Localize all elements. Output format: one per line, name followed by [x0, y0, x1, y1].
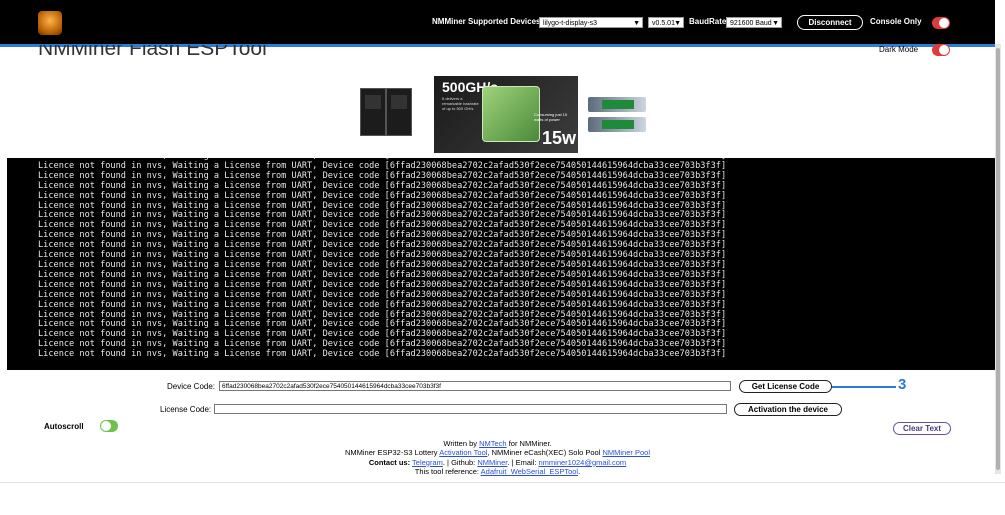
board-shape [386, 88, 412, 136]
hero-note: Consuming just 15 watts of power [534, 112, 568, 122]
console-line: Licence not found in nvs, Waiting a Lice… [38, 299, 727, 310]
footer-text: Written by [443, 439, 480, 448]
annotation-line [832, 386, 896, 388]
autoscroll-toggle[interactable] [100, 420, 118, 432]
hero-subtext: It delivers a remarkable hashrate of up … [442, 96, 479, 111]
baudrate-label: BaudRate: [689, 17, 730, 26]
esptool-reference-link[interactable]: Adafruit_WebSerial_ESPTool [481, 467, 578, 476]
scrollbar-thumb[interactable] [996, 48, 1000, 470]
version-select-value: v0.5.01 [652, 20, 675, 27]
footer-text: for NMMiner. [506, 439, 552, 448]
baudrate-select[interactable]: 921600 Baud ▼ [726, 17, 782, 28]
miner-device-shape [482, 86, 540, 142]
footer-line-3: Contact us: Telegram. | Github: NMMiner.… [250, 458, 745, 467]
supported-devices-label: NMMiner Supported Devices: [432, 17, 544, 26]
footer-text: . | Email: [507, 457, 539, 467]
usb-stick-shape [588, 117, 646, 132]
dark-mode-toggle[interactable] [932, 44, 950, 56]
footer-text: , NMMiner eCash(XEC) Solo Pool [487, 448, 603, 458]
annotation-number: 3 [898, 376, 907, 393]
github-link[interactable]: NMMiner [477, 458, 507, 467]
activation-tool-link[interactable]: Activation Tool [439, 448, 487, 457]
page-scrollbar[interactable] [995, 44, 1001, 474]
email-link[interactable]: nmminer1024@gmail.com [539, 458, 627, 467]
disconnect-button[interactable]: Disconnect [797, 15, 863, 30]
divider [0, 482, 1005, 483]
usb-sticks-image [588, 95, 646, 135]
device-code-value: 6ffad230068bea2702c2afad530f2ece75405014… [222, 383, 441, 390]
footer-line-2: NMMiner ESP32-S3 Lottery Activation Tool… [250, 448, 745, 457]
toggle-knob [939, 45, 949, 55]
footer-text: This tool reference: [414, 467, 481, 477]
dark-mode-label: Dark Mode [879, 45, 919, 54]
board-shape [360, 88, 386, 136]
console-only-label: Console Only [870, 17, 922, 26]
footer: Written by NMTech for NMMiner. NMMiner E… [250, 439, 745, 477]
telegram-link[interactable]: Telegram [412, 458, 443, 467]
device-select-value: lilygo-t-display-s3 [543, 20, 598, 27]
console-lines: Licence not found in nvs, Waiting a Lice… [38, 158, 726, 360]
console-line: Licence not found in nvs, Waiting a Lice… [38, 349, 727, 360]
nmminer-pool-link[interactable]: NMMiner Pool [602, 448, 650, 457]
activate-device-button[interactable]: Activation the device [734, 403, 842, 416]
nmminer-logo-icon [38, 11, 62, 35]
toggle-knob [939, 18, 949, 28]
autoscroll-label: Autoscroll [44, 422, 84, 431]
clear-text-button[interactable]: Clear Text [893, 422, 951, 435]
footer-line-4: This tool reference: Adafruit_WebSerial_… [250, 467, 745, 476]
contact-label: Contact us: [368, 457, 411, 467]
nmtech-link[interactable]: NMTech [479, 439, 507, 448]
license-code-field[interactable] [214, 404, 727, 414]
device-code-label: Device Code: [167, 382, 216, 391]
device-code-field[interactable]: 6ffad230068bea2702c2afad530f2ece75405014… [219, 381, 731, 391]
hero-power: 15w [542, 128, 577, 148]
footer-line-1: Written by NMTech for NMMiner. [250, 439, 745, 448]
license-code-label: License Code: [160, 405, 212, 414]
baudrate-select-value: 921600 Baud [730, 20, 772, 27]
chevron-down-icon: ▼ [633, 20, 640, 27]
chevron-down-icon: ▼ [674, 20, 681, 27]
version-select[interactable]: v0.5.01 ▼ [648, 17, 684, 28]
usb-stick-shape [588, 97, 646, 112]
console-only-toggle[interactable] [932, 17, 950, 29]
top-bar: NMMiner Supported Devices: lilygo-t-disp… [0, 0, 995, 47]
footer-text: . | Github: [442, 457, 478, 467]
device-boards-image [358, 88, 412, 140]
footer-text: . [578, 467, 581, 477]
serial-console[interactable]: Licence not found in nvs, Waiting a Lice… [7, 158, 995, 370]
device-select[interactable]: lilygo-t-display-s3 ▼ [539, 17, 643, 28]
chevron-down-icon: ▼ [772, 20, 779, 27]
miner-promo-image: 500GH/s It delivers a remarkable hashrat… [434, 76, 578, 153]
get-license-button[interactable]: Get License Code [739, 380, 832, 393]
toggle-knob [101, 421, 111, 431]
footer-text: NMMiner ESP32-S3 Lottery [344, 448, 440, 458]
